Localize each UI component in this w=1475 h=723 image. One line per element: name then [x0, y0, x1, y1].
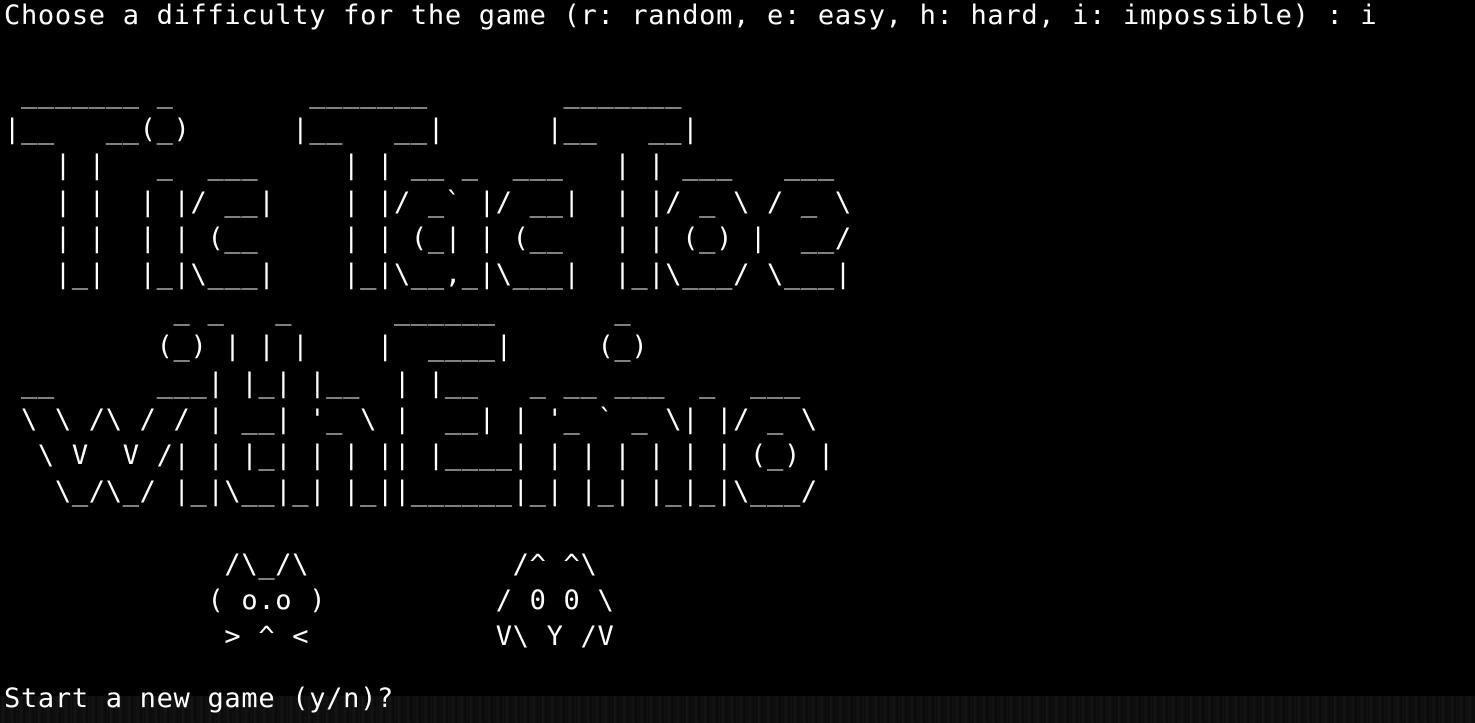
new-game-prompt[interactable]: Start a new game (y/n)?	[4, 682, 394, 716]
terminal-window[interactable]: Choose a difficulty for the game (r: ran…	[0, 0, 1475, 723]
ascii-art-banner: _______ _ _______ _______ |__ __(_) |__ …	[4, 78, 852, 653]
difficulty-prompt: Choose a difficulty for the game (r: ran…	[4, 0, 1378, 31]
